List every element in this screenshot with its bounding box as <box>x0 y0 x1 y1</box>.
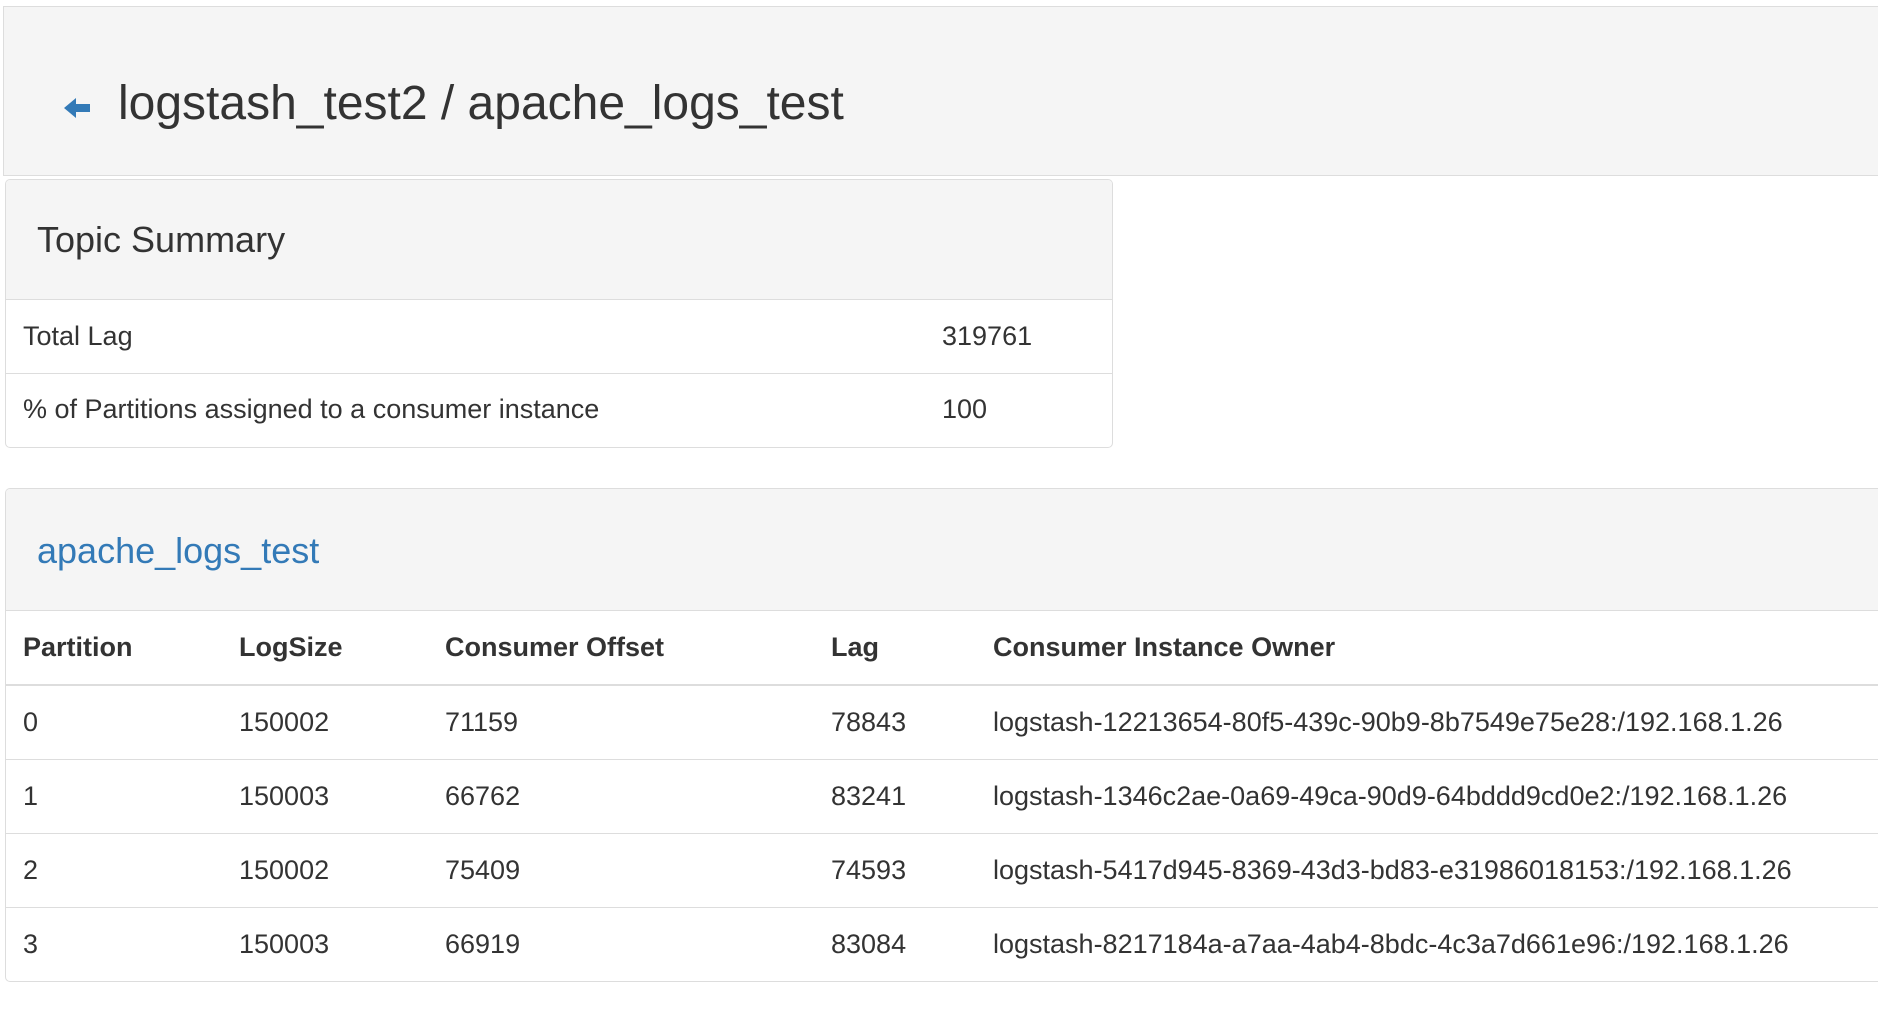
consumer-offset-cell: 66919 <box>445 928 521 959</box>
summary-label: Total Lag <box>23 320 133 351</box>
summary-row-total-lag: Total Lag 319761 <box>6 300 1112 373</box>
back-link[interactable] <box>62 93 92 123</box>
topic-link[interactable]: apache_logs_test <box>37 529 319 573</box>
partition-table: Partition LogSize Consumer Offset Lag Co… <box>6 611 1878 981</box>
partition-cell: 2 <box>6 833 222 908</box>
summary-value: 319761 <box>942 320 1033 351</box>
column-header-logsize: LogSize <box>222 611 428 686</box>
table-row: 1 150003 66762 83241 logstash-1346c2ae-0… <box>6 759 1878 834</box>
column-header-consumer-instance-owner: Consumer Instance Owner <box>976 611 1878 686</box>
summary-value: 100 <box>942 372 1112 446</box>
partition-panel: apache_logs_test Partition LogSize Consu… <box>5 488 1878 982</box>
table-row: 0 150002 71159 78843 logstash-12213654-8… <box>6 685 1878 760</box>
page-header: logstash_test2 / apache_logs_test <box>3 6 1878 176</box>
lag-cell: 83241 <box>814 759 976 834</box>
topic-summary-title: Topic Summary <box>37 219 286 260</box>
lag-cell: 83084 <box>831 928 907 959</box>
owner-cell: logstash-1346c2ae-0a69-49ca-90d9-64bddd9… <box>976 759 1878 834</box>
table-header-row: Partition LogSize Consumer Offset Lag Co… <box>6 611 1878 686</box>
partition-cell: 3 <box>23 928 39 959</box>
logsize-cell: 150003 <box>239 928 330 959</box>
owner-cell: logstash-5417d945-8369-43d3-bd83-e319860… <box>976 833 1878 908</box>
summary-row-partitions-assigned: % of Partitions assigned to a consumer i… <box>6 372 1112 446</box>
table-row: 3 150003 66919 83084 logstash-8217184a-a… <box>6 907 1878 981</box>
table-row: 2 150002 75409 74593 logstash-5417d945-8… <box>6 833 1878 908</box>
page-title: logstash_test2 / apache_logs_test <box>118 77 844 130</box>
consumer-offset-cell: 66762 <box>428 759 814 834</box>
owner-cell: logstash-12213654-80f5-439c-90b9-8b7549e… <box>976 685 1878 760</box>
logsize-cell: 150002 <box>222 833 428 908</box>
column-header-partition: Partition <box>6 611 222 686</box>
consumer-offset-cell: 75409 <box>428 833 814 908</box>
lag-cell: 74593 <box>814 833 976 908</box>
logsize-cell: 150002 <box>222 685 428 760</box>
topic-summary-table: Total Lag 319761 % of Partitions assigne… <box>6 300 1112 446</box>
owner-cell: logstash-8217184a-a7aa-4ab4-8bdc-4c3a7d6… <box>993 928 1789 959</box>
lag-cell: 78843 <box>814 685 976 760</box>
partition-cell: 1 <box>6 759 222 834</box>
consumer-offset-cell: 71159 <box>428 685 814 760</box>
partition-panel-heading: apache_logs_test <box>6 489 1878 611</box>
topic-summary-panel: Topic Summary Total Lag 319761 % of Part… <box>5 179 1113 448</box>
topic-summary-heading: Topic Summary <box>6 180 1112 300</box>
partition-cell: 0 <box>6 685 222 760</box>
arrow-left-icon <box>64 98 90 118</box>
logsize-cell: 150003 <box>222 759 428 834</box>
summary-label: % of Partitions assigned to a consumer i… <box>6 372 942 446</box>
column-header-consumer-offset: Consumer Offset <box>428 611 814 686</box>
column-header-lag: Lag <box>814 611 976 686</box>
